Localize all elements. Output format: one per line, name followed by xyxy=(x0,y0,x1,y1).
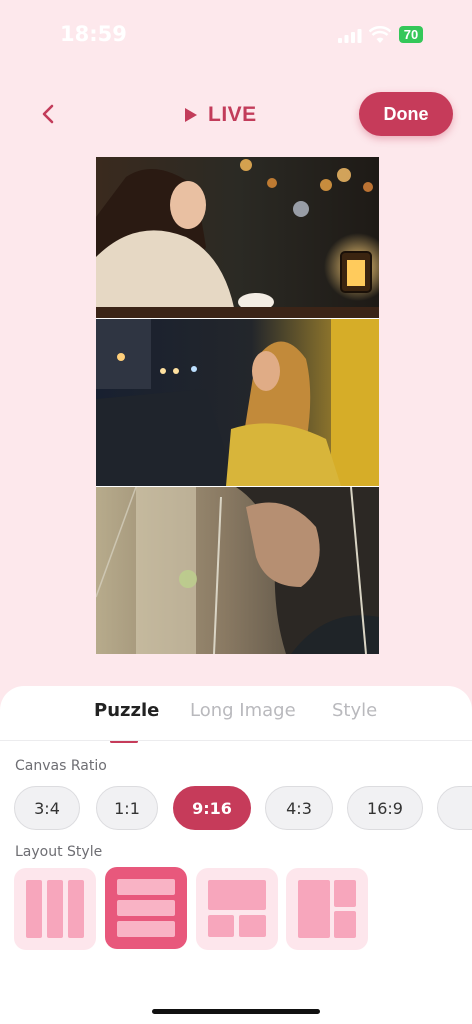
layout-style-options xyxy=(14,867,472,952)
ratio-option-9-16[interactable]: 9:16 xyxy=(173,786,251,830)
three-columns-layout-icon xyxy=(26,880,84,938)
ratio-option-3-4[interactable]: 3:4 xyxy=(14,786,80,830)
canvas-ratio-options: 3:4 1:1 9:16 4:3 16:9 xyxy=(14,786,472,830)
wifi-icon xyxy=(369,26,391,43)
battery-indicator: 70 xyxy=(399,26,423,43)
tab-puzzle[interactable]: Puzzle xyxy=(94,700,159,721)
ratio-option-more[interactable] xyxy=(437,786,472,830)
status-bar: 18:59 70 xyxy=(0,0,472,70)
layout-top-wide-two-bottom[interactable] xyxy=(196,868,278,950)
live-toggle[interactable]: LIVE xyxy=(184,100,257,130)
top-wide-two-bottom-layout-icon xyxy=(208,880,266,937)
play-icon xyxy=(185,108,197,122)
layout-three-columns[interactable] xyxy=(14,868,96,950)
layout-left-tall-two-right[interactable] xyxy=(286,868,368,950)
editor-panel: Puzzle Long Image Style Canvas Ratio 3:4… xyxy=(0,686,472,1024)
three-rows-layout-icon xyxy=(117,879,175,937)
back-button[interactable] xyxy=(34,99,64,129)
canvas-ratio-label: Canvas Ratio xyxy=(15,758,107,774)
collage-preview[interactable] xyxy=(96,157,379,654)
done-button[interactable]: Done xyxy=(359,92,453,136)
chevron-left-icon xyxy=(42,104,54,124)
left-tall-two-right-layout-icon xyxy=(298,880,356,938)
ratio-option-1-1[interactable]: 1:1 xyxy=(96,786,158,830)
woman-under-umbrella-photo[interactable] xyxy=(96,487,379,654)
home-indicator[interactable] xyxy=(152,1009,320,1014)
cellular-signal-icon xyxy=(338,29,362,43)
layout-style-label: Layout Style xyxy=(15,844,103,860)
tab-long-image[interactable]: Long Image xyxy=(190,700,296,721)
live-label: LIVE xyxy=(208,103,257,126)
ratio-option-4-3[interactable]: 4:3 xyxy=(265,786,333,830)
divider xyxy=(0,740,472,741)
woman-by-rainy-window-photo[interactable] xyxy=(96,157,379,318)
layout-three-rows[interactable] xyxy=(105,867,187,949)
tab-style[interactable]: Style xyxy=(332,700,377,721)
status-time: 18:59 xyxy=(60,22,127,46)
ratio-option-16-9[interactable]: 16:9 xyxy=(347,786,423,830)
woman-in-yellow-jacket-street-photo[interactable] xyxy=(96,319,379,486)
tab-bar: Puzzle Long Image Style xyxy=(0,700,472,743)
